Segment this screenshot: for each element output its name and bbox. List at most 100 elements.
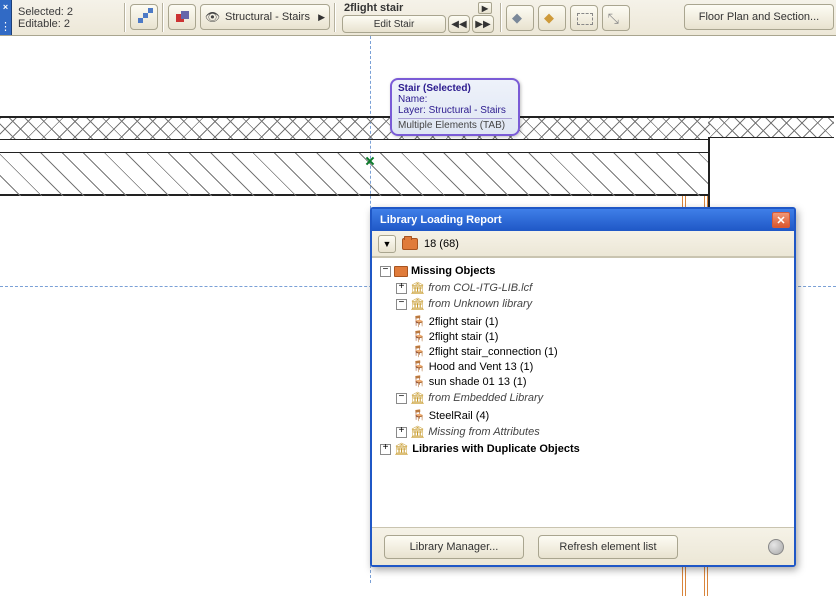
tree-label: from Unknown library — [428, 298, 532, 310]
library-icon: 🏛 — [394, 442, 409, 456]
layer-name: Structural - Stairs — [225, 11, 310, 23]
tooltip-layer-label: Layer: — [398, 105, 426, 116]
element-info-tooltip: Stair (Selected) Name: Layer: Structural… — [390, 78, 520, 136]
element-type-button[interactable] — [130, 4, 158, 30]
dialog-footer: Library Manager... Refresh element list — [372, 527, 794, 565]
quick-tool-4[interactable] — [602, 5, 630, 31]
tree-node-source[interactable]: + 🏛 from COL-ITG-LIB.lcf — [396, 280, 790, 296]
tree-node-missing-attrs[interactable]: + 🏛 Missing from Attributes — [396, 424, 790, 440]
expand-icon[interactable]: + — [396, 283, 407, 294]
dialog-toolbar: ▼ 18 (68) — [372, 231, 794, 257]
diamond-icon — [512, 10, 528, 26]
tree-label: sun shade 01 13 (1) — [429, 376, 527, 388]
object-icon: 🪑 — [412, 409, 426, 422]
tree-label: Hood and Vent 13 (1) — [429, 361, 534, 373]
next-object-button[interactable]: ▶▶ — [472, 15, 494, 33]
tree-label: 2flight stair (1) — [429, 316, 499, 328]
report-tree[interactable]: − Missing Objects + 🏛 from COL-ITG-LIB.l… — [372, 257, 794, 527]
prev-object-button[interactable]: ◀◀ — [448, 15, 470, 33]
folder-icon — [402, 238, 418, 250]
expand-icon[interactable]: + — [396, 427, 407, 438]
object-icon: 🪑 — [412, 330, 426, 343]
tree-label: 2flight stair_connection (1) — [429, 346, 558, 358]
refresh-list-button[interactable]: Refresh element list — [538, 535, 678, 559]
toolbar-separator — [162, 3, 164, 32]
eye-icon — [205, 9, 221, 25]
tree-leaf-object[interactable]: 🪑2flight stair_connection (1) — [412, 344, 790, 359]
diamond-icon — [544, 10, 560, 26]
tree-label: SteelRail (4) — [429, 410, 490, 422]
wall-hatch — [0, 152, 710, 196]
object-icon: 🪑 — [412, 345, 426, 358]
quick-tool-3[interactable] — [570, 5, 598, 31]
tree-leaf-object[interactable]: 🪑Hood and Vent 13 (1) — [412, 359, 790, 374]
object-name: 2flight stair — [344, 2, 403, 14]
tree-label: 2flight stair (1) — [429, 331, 499, 343]
overlap-icon — [174, 9, 190, 25]
tooltip-title: Stair (Selected) — [398, 83, 471, 94]
toolbar-separator — [124, 3, 126, 32]
close-toolbar-icon[interactable]: × — [3, 2, 8, 12]
library-icon: 🏛 — [410, 391, 425, 405]
edit-stair-button[interactable]: Edit Stair — [342, 15, 446, 33]
status-indicator-icon — [768, 539, 784, 555]
dialog-summary: 18 (68) — [424, 238, 459, 250]
stair-icon — [136, 9, 152, 25]
library-icon: 🏛 — [410, 425, 425, 439]
close-dialog-button[interactable]: ✕ — [772, 212, 790, 228]
object-menu-button[interactable]: ▶ — [478, 2, 492, 14]
quick-tool-group — [504, 0, 632, 35]
expand-icon[interactable]: + — [380, 444, 391, 455]
drag-handle-icon[interactable] — [0, 20, 11, 33]
collapse-icon[interactable]: − — [380, 266, 391, 277]
tree-label: Missing from Attributes — [428, 426, 539, 438]
dropdown-arrow-icon: ▶ — [318, 12, 325, 23]
toolbar-separator — [334, 3, 336, 32]
tree-leaf-object[interactable]: 🪑sun shade 01 13 (1) — [412, 374, 790, 389]
collapse-icon[interactable]: − — [396, 393, 407, 404]
toolbar-handle[interactable]: × — [0, 0, 12, 35]
overlap-button[interactable] — [168, 4, 196, 30]
tree-leaf-object[interactable]: 🪑2flight stair (1) — [412, 314, 790, 329]
library-icon: 🏛 — [410, 281, 425, 295]
object-icon: 🪑 — [412, 360, 426, 373]
marquee-icon — [576, 10, 592, 26]
tree-label: from Embedded Library — [428, 392, 543, 404]
quick-tool-1[interactable] — [506, 5, 534, 31]
info-toolbar: × Selected: 2 Editable: 2 Structural - S… — [0, 0, 836, 36]
selected-count: Selected: 2 — [18, 6, 116, 18]
object-icon: 🪑 — [412, 375, 426, 388]
wall-hatch — [708, 116, 834, 138]
wall-hatch — [0, 118, 710, 140]
tree-label: from COL-ITG-LIB.lcf — [428, 282, 532, 294]
library-manager-button[interactable]: Library Manager... — [384, 535, 524, 559]
tooltip-multi-hint: Multiple Elements (TAB) — [398, 120, 505, 131]
tree-node-source[interactable]: − 🏛 from Unknown library 🪑2flight stair … — [396, 296, 790, 390]
selection-info: Selected: 2 Editable: 2 — [12, 0, 122, 35]
dialog-titlebar[interactable]: Library Loading Report ✕ — [372, 209, 794, 231]
object-icon: 🪑 — [412, 315, 426, 328]
tree-label: Missing Objects — [411, 265, 495, 277]
wall-segment — [0, 116, 710, 196]
library-icon: 🏛 — [410, 297, 425, 311]
dialog-title: Library Loading Report — [380, 214, 502, 226]
library-loading-report-dialog: Library Loading Report ✕ ▼ 18 (68) − Mis… — [370, 207, 796, 567]
collapse-icon[interactable]: − — [396, 299, 407, 310]
tree-node-duplicates[interactable]: + 🏛 Libraries with Duplicate Objects — [380, 441, 790, 457]
tooltip-layer-value: Structural - Stairs — [429, 105, 506, 116]
tree-leaf-object[interactable]: 🪑SteelRail (4) — [412, 408, 790, 423]
editable-count: Editable: 2 — [18, 18, 116, 30]
toolbar-separator — [500, 3, 502, 32]
disclose-button[interactable]: ▼ — [378, 235, 396, 253]
tooltip-name-label: Name: — [398, 94, 427, 105]
edit-object-group: 2flight stair ▶ Edit Stair ◀◀ ▶▶ — [338, 0, 498, 35]
tree-label: Libraries with Duplicate Objects — [412, 443, 580, 455]
expand-icon — [608, 10, 624, 26]
tree-node-source[interactable]: − 🏛 from Embedded Library 🪑SteelRail (4) — [396, 390, 790, 424]
tree-leaf-object[interactable]: 🪑2flight stair (1) — [412, 329, 790, 344]
tree-node-missing-objects[interactable]: − Missing Objects + 🏛 from COL-ITG-LIB.l… — [380, 264, 790, 441]
floor-plan-section-button[interactable]: Floor Plan and Section... — [684, 4, 834, 30]
layer-selector[interactable]: Structural - Stairs ▶ — [200, 4, 330, 30]
folder-icon — [394, 266, 408, 277]
quick-tool-2[interactable] — [538, 5, 566, 31]
